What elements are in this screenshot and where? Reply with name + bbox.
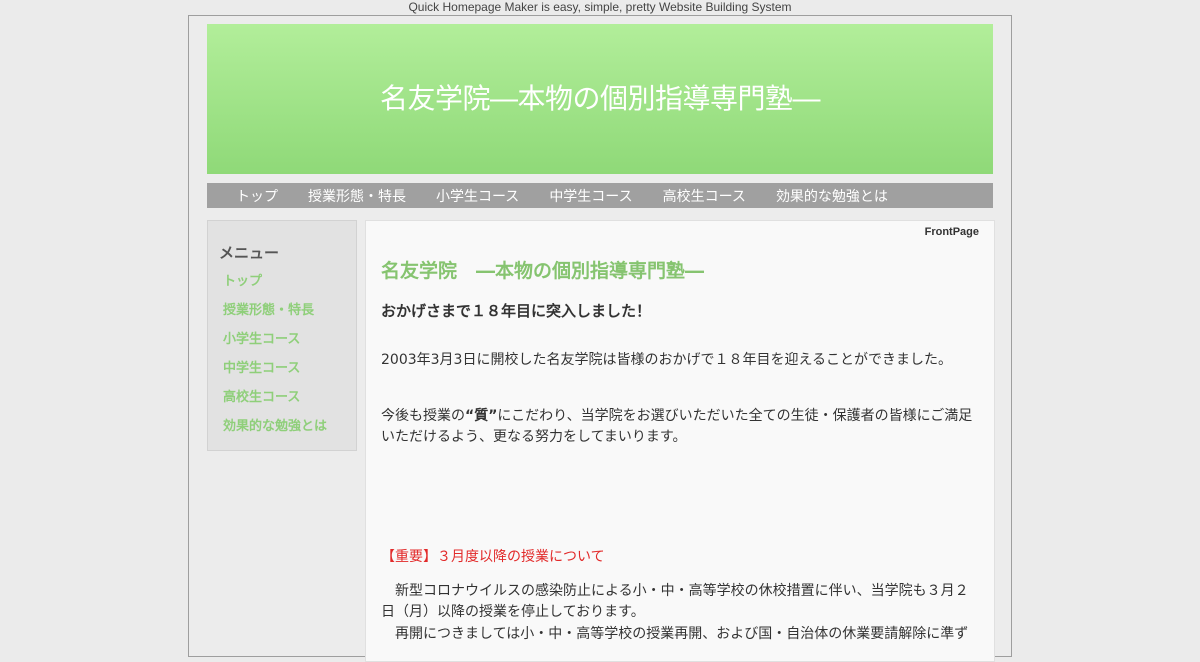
sidebar-item-high-school[interactable]: 高校生コース	[223, 389, 327, 418]
commitment-text-start: 今後も授業の	[381, 408, 465, 424]
nav-item-study-methods[interactable]: 効果的な勉強とは	[769, 186, 895, 206]
nav-item-elementary[interactable]: 小学生コース	[429, 186, 526, 206]
sidebar-item-elementary[interactable]: 小学生コース	[223, 331, 327, 360]
nav-item-top[interactable]: トップ	[229, 186, 285, 206]
top-navigation: トップ 授業形態・特長 小学生コース 中学生コース 高校生コース 効果的な勉強と…	[207, 183, 993, 208]
sidebar-list: トップ 授業形態・特長 小学生コース 中学生コース 高校生コース 効果的な勉強と…	[223, 273, 327, 447]
anniversary-heading: おかげさまで１８年目に突入しました！	[381, 302, 652, 320]
sidebar-item-top[interactable]: トップ	[223, 273, 327, 302]
closure-paragraph: 新型コロナウイルスの感染防止による小・中・高等学校の休校措置に伴い、当学院も３月…	[381, 583, 969, 620]
nav-item-high-school[interactable]: 高校生コース	[656, 186, 753, 206]
sidebar-menu: メニュー トップ 授業形態・特長 小学生コース 中学生コース 高校生コース 効果…	[207, 220, 357, 451]
important-notice-heading: 【重要】３月度以降の授業について	[381, 549, 605, 565]
sidebar-item-features[interactable]: 授業形態・特長	[223, 302, 327, 331]
site-tagline: Quick Homepage Maker is easy, simple, pr…	[408, 0, 792, 14]
reopening-paragraph: 再開につきましては小・中・高等学校の授業再開、および国・自治体の休業要請解除に準…	[381, 626, 969, 642]
commitment-paragraph: 今後も授業の“質”にこだわり、当学院をお選びいただいた全ての生徒・保護者の皆様に…	[381, 406, 981, 448]
nav-item-junior-high[interactable]: 中学生コース	[542, 186, 639, 206]
site-title[interactable]: 名友学院―本物の個別指導専門塾―	[207, 24, 993, 174]
sidebar-item-junior-high[interactable]: 中学生コース	[223, 360, 327, 389]
sidebar-title: メニュー	[219, 244, 280, 262]
site-header: 名友学院―本物の個別指導専門塾―	[207, 24, 993, 174]
opening-paragraph: 2003年3月3日に開校した名友学院は皆様のおかげで１８年目を迎えることができま…	[381, 352, 953, 368]
page-heading: 名友学院 ―本物の個別指導専門塾―	[381, 260, 705, 282]
quality-emphasis: “質”	[465, 408, 498, 424]
page-name-label: FrontPage	[924, 226, 979, 238]
sidebar-item-study-methods[interactable]: 効果的な勉強とは	[223, 418, 327, 447]
page-wrapper: 名友学院―本物の個別指導専門塾― トップ 授業形態・特長 小学生コース 中学生コ…	[188, 15, 1012, 662]
nav-item-features[interactable]: 授業形態・特長	[301, 186, 413, 206]
main-content: FrontPage 名友学院 ―本物の個別指導専門塾― おかげさまで１８年目に突…	[365, 220, 995, 662]
